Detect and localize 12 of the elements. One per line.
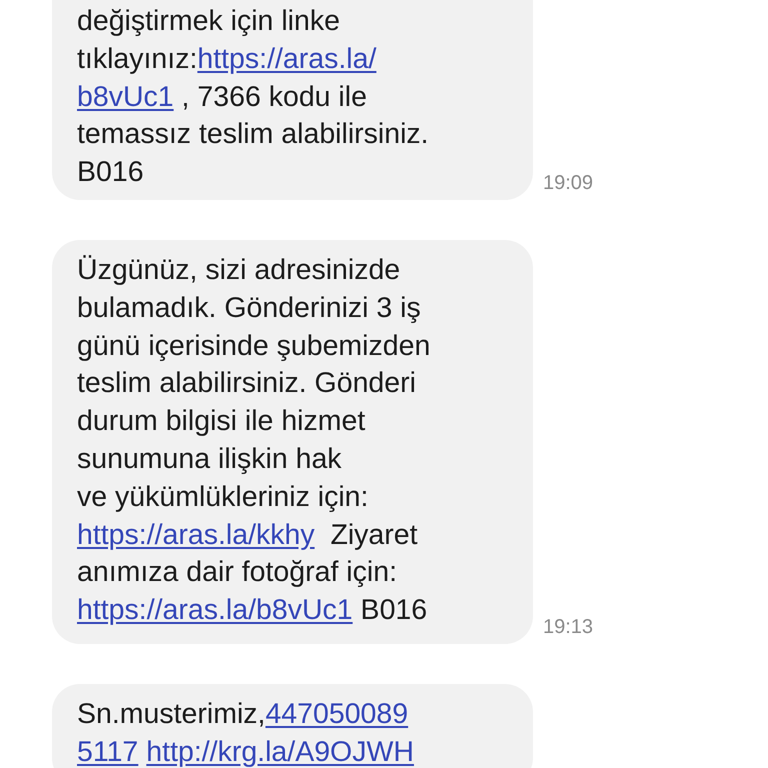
- message-link[interactable]: b8vUc1: [77, 80, 174, 113]
- message-text: Üzgünüz, sizi adresinizde bulamadık. Gönderinizi 3 iş günü içerisinde şubemizden teslim alabilirsiniz. Gönderi durum bilgisi ile hizmet sunumuna ilişkin hak ve yükümlükleriniz için: https://aras.la/kkhy Ziyaret anımıza dair fotoğraf için: https://aras.la/b8vUc1 B016: [77, 252, 432, 628]
- message-text: değiştirmek için linke tıklayınız:https://aras.la/ b8vUc1 , 7366 kodu ile temassız teslim alabilirsiniz. B016: [77, 4, 430, 190]
- message-link[interactable]: https://aras.la/b8vUc1: [77, 594, 353, 626]
- message-link[interactable]: 447050089: [265, 698, 408, 730]
- message-text: Sn.musterimiz,447050089 5117 http://krg.la/A9OJWH: [77, 696, 415, 768]
- message-link[interactable]: https://aras.la/kkhy: [77, 518, 315, 551]
- message-link[interactable]: http://krg.la/A9OJWH: [146, 736, 414, 768]
- message-time: 19:09: [543, 172, 594, 195]
- message-link[interactable]: https://aras.la/: [197, 42, 376, 75]
- message-time: 19:13: [543, 616, 594, 639]
- message-link[interactable]: 5117: [77, 736, 138, 768]
